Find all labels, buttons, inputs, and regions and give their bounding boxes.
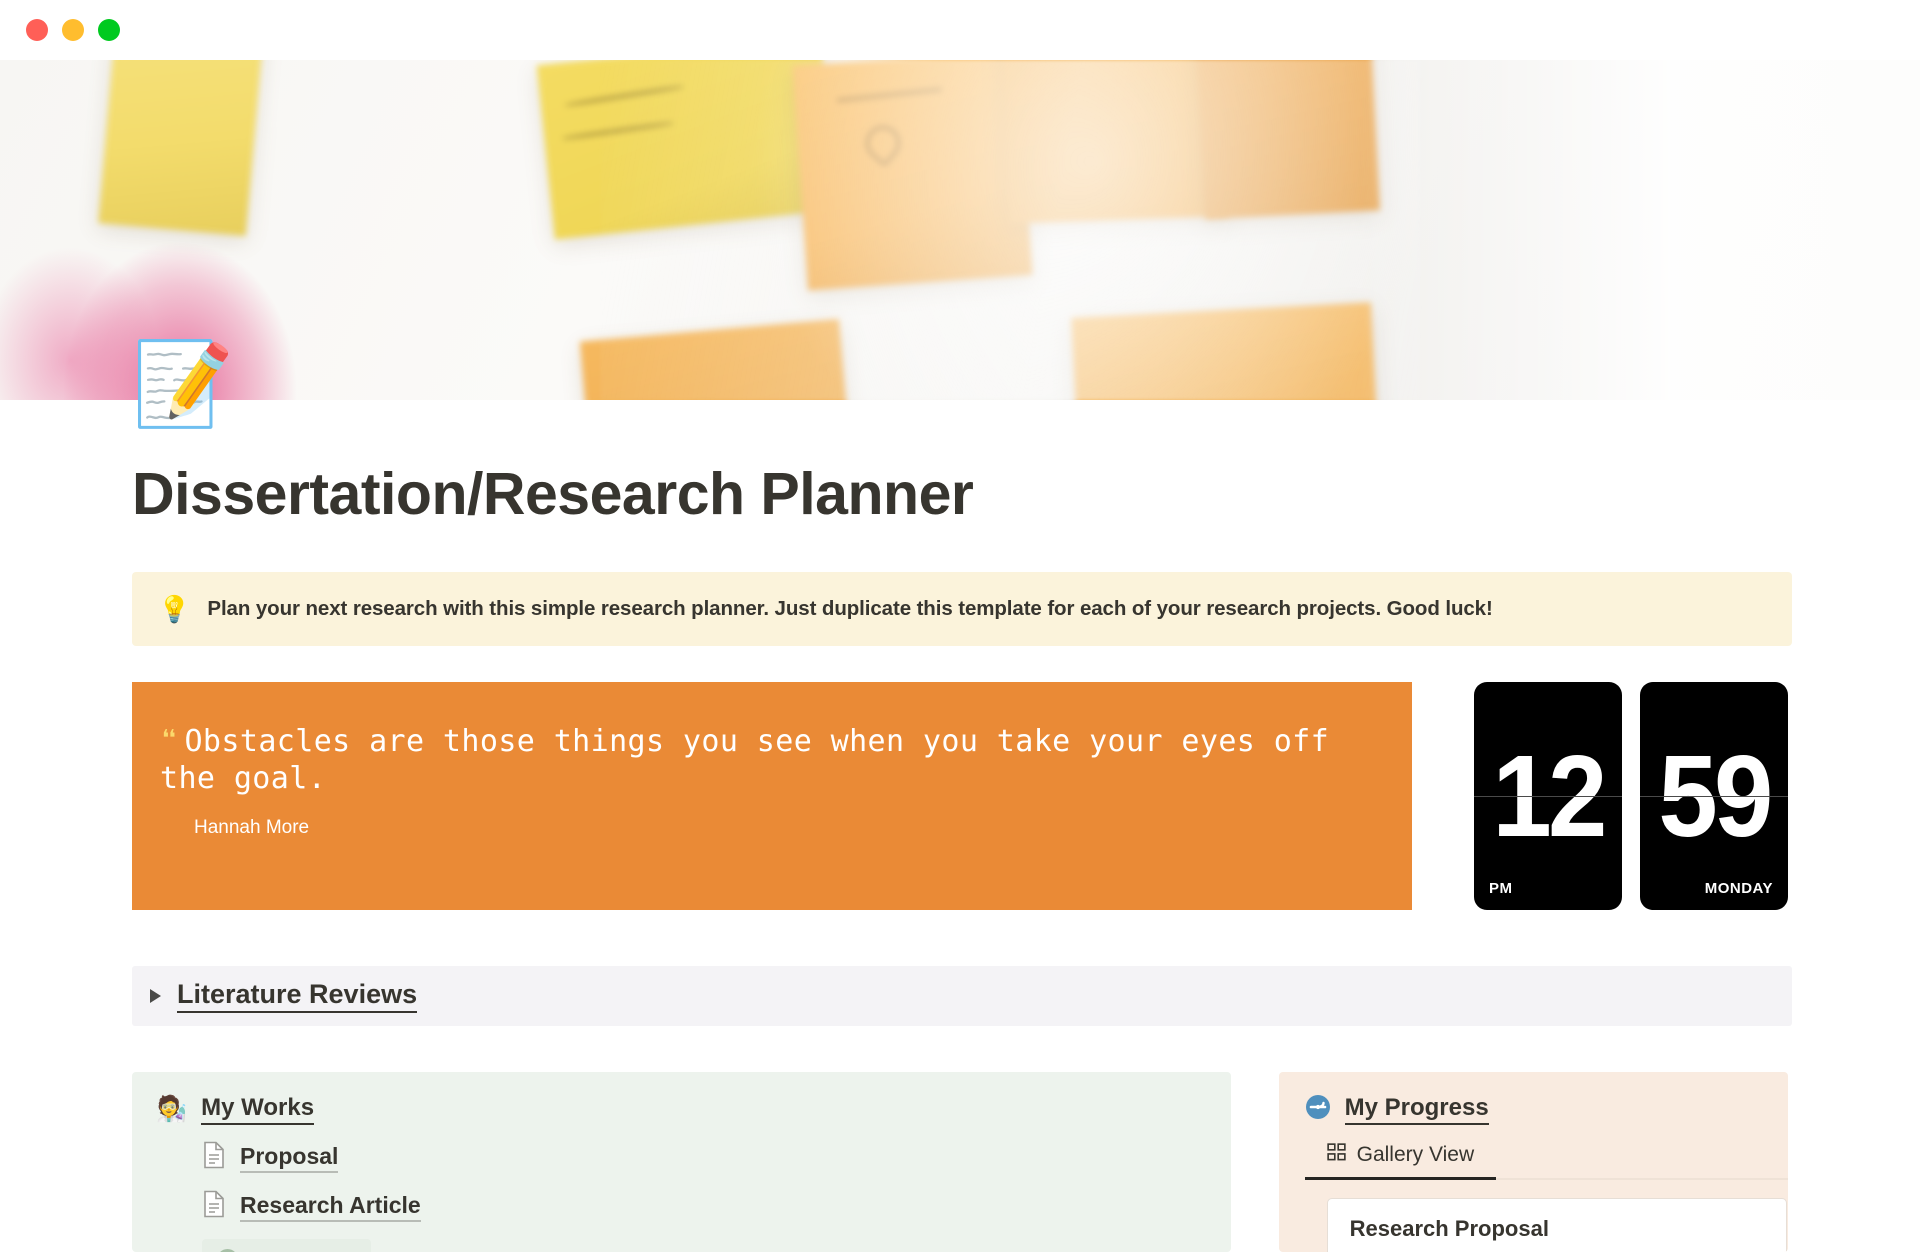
tab-row-filler: [1496, 1178, 1788, 1180]
toggle-literature-reviews[interactable]: Literature Reviews: [132, 966, 1792, 1026]
clock-weekday-label: MONDAY: [1704, 880, 1773, 897]
clock-hour-value: 12: [1492, 731, 1607, 861]
tab-gallery-view[interactable]: Gallery View: [1304, 1143, 1497, 1180]
list-item-label[interactable]: Research Article: [240, 1192, 421, 1222]
page-document-icon: [202, 1141, 226, 1174]
my-works-card: 🧑‍🔬 My Works Proposal: [132, 1072, 1231, 1252]
flip-clock-minute-card: 59 MONDAY: [1640, 682, 1788, 910]
cover-photo-backdrop: [0, 60, 1920, 400]
quote-text: ❝ Obstacles are those things you see when…: [160, 724, 1372, 797]
gallery-item-card[interactable]: Research Proposal: [1326, 1198, 1787, 1252]
sticky-note-yellow-top-left: [98, 60, 266, 237]
stopwatch-icon: [1305, 1094, 1331, 1125]
gallery-grid-icon: [1326, 1143, 1346, 1167]
window-close-button[interactable]: [26, 19, 48, 41]
content-column: Dissertation/Research Planner 💡 Plan you…: [132, 460, 1792, 1252]
tab-label[interactable]: Gallery View: [1357, 1143, 1475, 1167]
page-title: Dissertation/Research Planner: [132, 461, 974, 527]
page-document-icon: [202, 1190, 226, 1223]
callout-text: Plan your next research with this simple…: [207, 597, 1493, 620]
new-page-button[interactable]: New Page: [202, 1239, 371, 1252]
view-tabs: Gallery View: [1304, 1143, 1788, 1180]
cards-row: 🧑‍🔬 My Works Proposal: [132, 1072, 1788, 1252]
list-item-label[interactable]: Proposal: [240, 1143, 339, 1173]
flip-clock-hour-card: 12 PM: [1474, 682, 1622, 910]
clock-minute-value: 59: [1658, 731, 1773, 861]
info-callout: 💡 Plan your next research with this simp…: [132, 572, 1792, 646]
my-works-header[interactable]: 🧑‍🔬 My Works: [156, 1094, 1205, 1125]
my-progress-header[interactable]: My Progress: [1305, 1094, 1788, 1125]
triangle-right-icon[interactable]: [150, 989, 161, 1003]
quote-mark-icon: ❝: [160, 724, 179, 759]
page-emoji-icon[interactable]: 📝: [132, 338, 234, 432]
my-works-title[interactable]: My Works: [201, 1094, 315, 1125]
window-minimize-button[interactable]: [62, 19, 84, 41]
page-cover-image[interactable]: [0, 60, 1920, 400]
toggle-label[interactable]: Literature Reviews: [177, 979, 418, 1013]
clock-meridiem-label: PM: [1489, 880, 1513, 897]
my-progress-card: My Progress Gallery View Research Propos…: [1278, 1072, 1788, 1252]
gallery-item-title[interactable]: Research Proposal: [1350, 1216, 1786, 1242]
quote-and-clock-row: ❝ Obstacles are those things you see when…: [132, 682, 1788, 910]
lightbulb-icon: 💡: [158, 594, 191, 624]
cover-right-fade: [1360, 60, 1920, 400]
list-item[interactable]: Proposal: [202, 1141, 1205, 1174]
quote-line-1: Obstacles are those things you see when …: [184, 724, 1256, 759]
window-titlebar: [0, 0, 1920, 60]
my-progress-title[interactable]: My Progress: [1344, 1094, 1489, 1125]
quote-block: ❝ Obstacles are those things you see when…: [132, 682, 1412, 910]
flip-clock-widget: 12 PM 59 MONDAY: [1474, 682, 1788, 910]
page-body: 📝 Dissertation/Research Planner 💡 Plan y…: [0, 339, 1920, 1252]
list-item[interactable]: Research Article: [202, 1190, 1205, 1223]
plus-circle-icon: [216, 1248, 239, 1252]
window-maximize-button[interactable]: [98, 19, 120, 41]
scientist-icon: 🧑‍🔬: [156, 1095, 188, 1123]
cover-light-sheen: [600, 60, 1420, 400]
quote-author: Hannah More: [194, 817, 310, 839]
